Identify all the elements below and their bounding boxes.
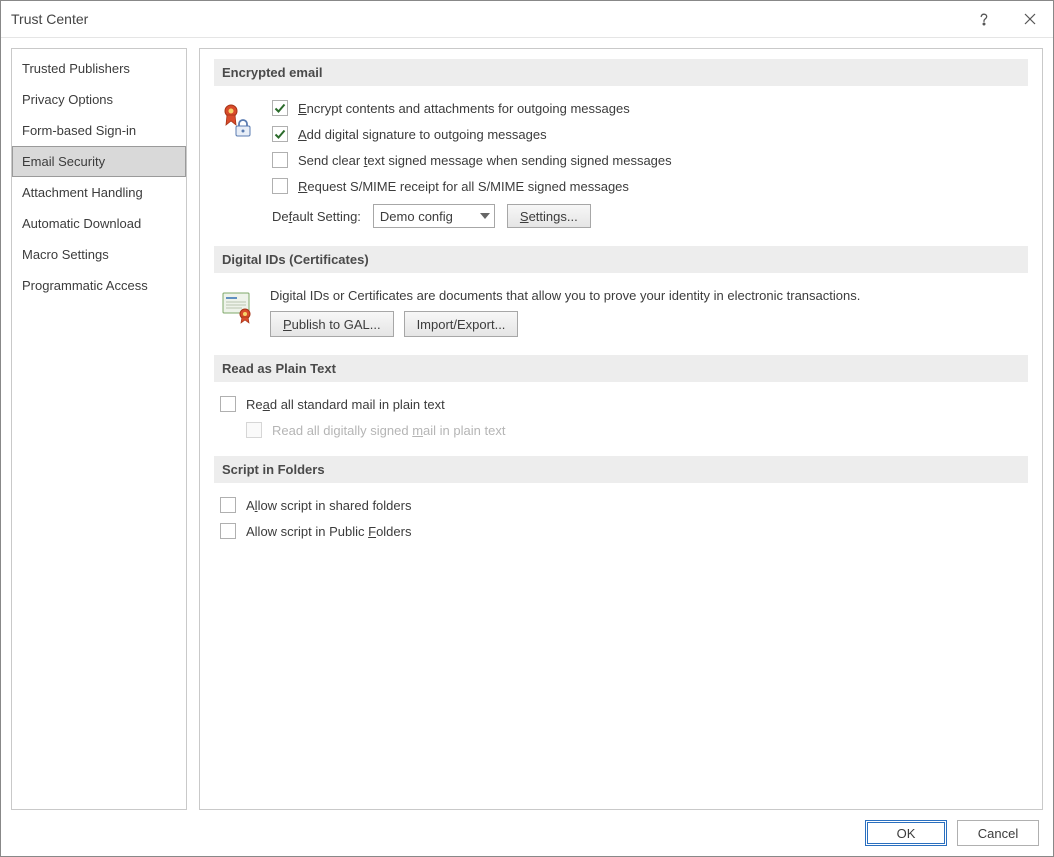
window-title: Trust Center (11, 11, 88, 27)
checkbox-label: Read all digitally signed mail in plain … (272, 423, 505, 438)
title-bar: Trust Center (1, 1, 1053, 38)
sidebar-item-automatic-download[interactable]: Automatic Download (12, 208, 186, 239)
section-header-digital-ids: Digital IDs (Certificates) (214, 246, 1028, 273)
checkbox-icon (272, 152, 288, 168)
certificate-document-icon (220, 289, 256, 325)
checkbox-label: Request S/MIME receipt for all S/MIME si… (298, 179, 629, 194)
certificate-with-lock-icon (220, 104, 256, 142)
trust-center-dialog: Trust Center Trusted Publishers Privacy … (0, 0, 1054, 857)
checkbox-label: Allow script in Public Folders (246, 524, 411, 539)
sidebar-item-form-based-signin[interactable]: Form-based Sign-in (12, 115, 186, 146)
digital-ids-description: Digital IDs or Certificates are document… (270, 287, 1028, 303)
close-button[interactable] (1007, 1, 1053, 37)
dialog-footer: OK Cancel (1, 810, 1053, 856)
category-sidebar: Trusted Publishers Privacy Options Form-… (11, 48, 187, 810)
section-header-encrypted-email: Encrypted email (214, 59, 1028, 86)
checkbox-script-shared-folders[interactable]: Allow script in shared folders (214, 497, 1028, 513)
section-header-script: Script in Folders (214, 456, 1028, 483)
publish-to-gal-button[interactable]: Publish to GAL... (270, 311, 394, 337)
sidebar-item-trusted-publishers[interactable]: Trusted Publishers (12, 53, 186, 84)
sidebar-item-email-security[interactable]: Email Security (12, 146, 186, 177)
checkbox-icon (246, 422, 262, 438)
combo-value: Demo config (374, 209, 476, 224)
checkbox-send-clear-text[interactable]: Send clear text signed message when send… (272, 152, 1028, 168)
checkbox-read-signed-plain: Read all digitally signed mail in plain … (240, 422, 1028, 438)
checkbox-label: Read all standard mail in plain text (246, 397, 445, 412)
checkbox-icon (272, 126, 288, 142)
checkbox-icon (220, 523, 236, 539)
checkbox-script-public-folders[interactable]: Allow script in Public Folders (214, 523, 1028, 539)
checkbox-label: Add digital signature to outgoing messag… (298, 127, 547, 142)
close-icon (1023, 12, 1037, 26)
sidebar-item-programmatic-access[interactable]: Programmatic Access (12, 270, 186, 301)
settings-content: Encrypted email Encrypt contents and att… (199, 48, 1043, 810)
default-setting-row: Default Setting: Demo config Settings... (272, 204, 1028, 228)
cancel-button[interactable]: Cancel (957, 820, 1039, 846)
ok-button[interactable]: OK (865, 820, 947, 846)
help-icon (977, 12, 991, 26)
dialog-body: Trusted Publishers Privacy Options Form-… (1, 38, 1053, 810)
import-export-button[interactable]: Import/Export... (404, 311, 519, 337)
settings-button[interactable]: Settings... (507, 204, 591, 228)
sidebar-item-attachment-handling[interactable]: Attachment Handling (12, 177, 186, 208)
default-setting-combo[interactable]: Demo config (373, 204, 495, 228)
checkbox-icon (220, 396, 236, 412)
encrypted-email-block: Encrypt contents and attachments for out… (214, 100, 1028, 228)
checkbox-add-digital-signature[interactable]: Add digital signature to outgoing messag… (272, 126, 1028, 142)
checkbox-label: Encrypt contents and attachments for out… (298, 101, 630, 116)
checkbox-encrypt-contents[interactable]: Encrypt contents and attachments for out… (272, 100, 1028, 116)
checkbox-read-standard-plain[interactable]: Read all standard mail in plain text (214, 396, 1028, 412)
checkbox-request-smime-receipt[interactable]: Request S/MIME receipt for all S/MIME si… (272, 178, 1028, 194)
checkbox-icon (272, 100, 288, 116)
checkbox-label: Allow script in shared folders (246, 498, 411, 513)
section-header-plain-text: Read as Plain Text (214, 355, 1028, 382)
sidebar-item-privacy-options[interactable]: Privacy Options (12, 84, 186, 115)
checkbox-label: Send clear text signed message when send… (298, 153, 672, 168)
chevron-down-icon (476, 205, 494, 227)
default-setting-label: Default Setting: (272, 209, 361, 224)
help-button[interactable] (961, 1, 1007, 37)
checkbox-icon (272, 178, 288, 194)
digital-ids-description-row: Digital IDs or Certificates are document… (214, 287, 1028, 337)
checkbox-icon (220, 497, 236, 513)
sidebar-item-macro-settings[interactable]: Macro Settings (12, 239, 186, 270)
